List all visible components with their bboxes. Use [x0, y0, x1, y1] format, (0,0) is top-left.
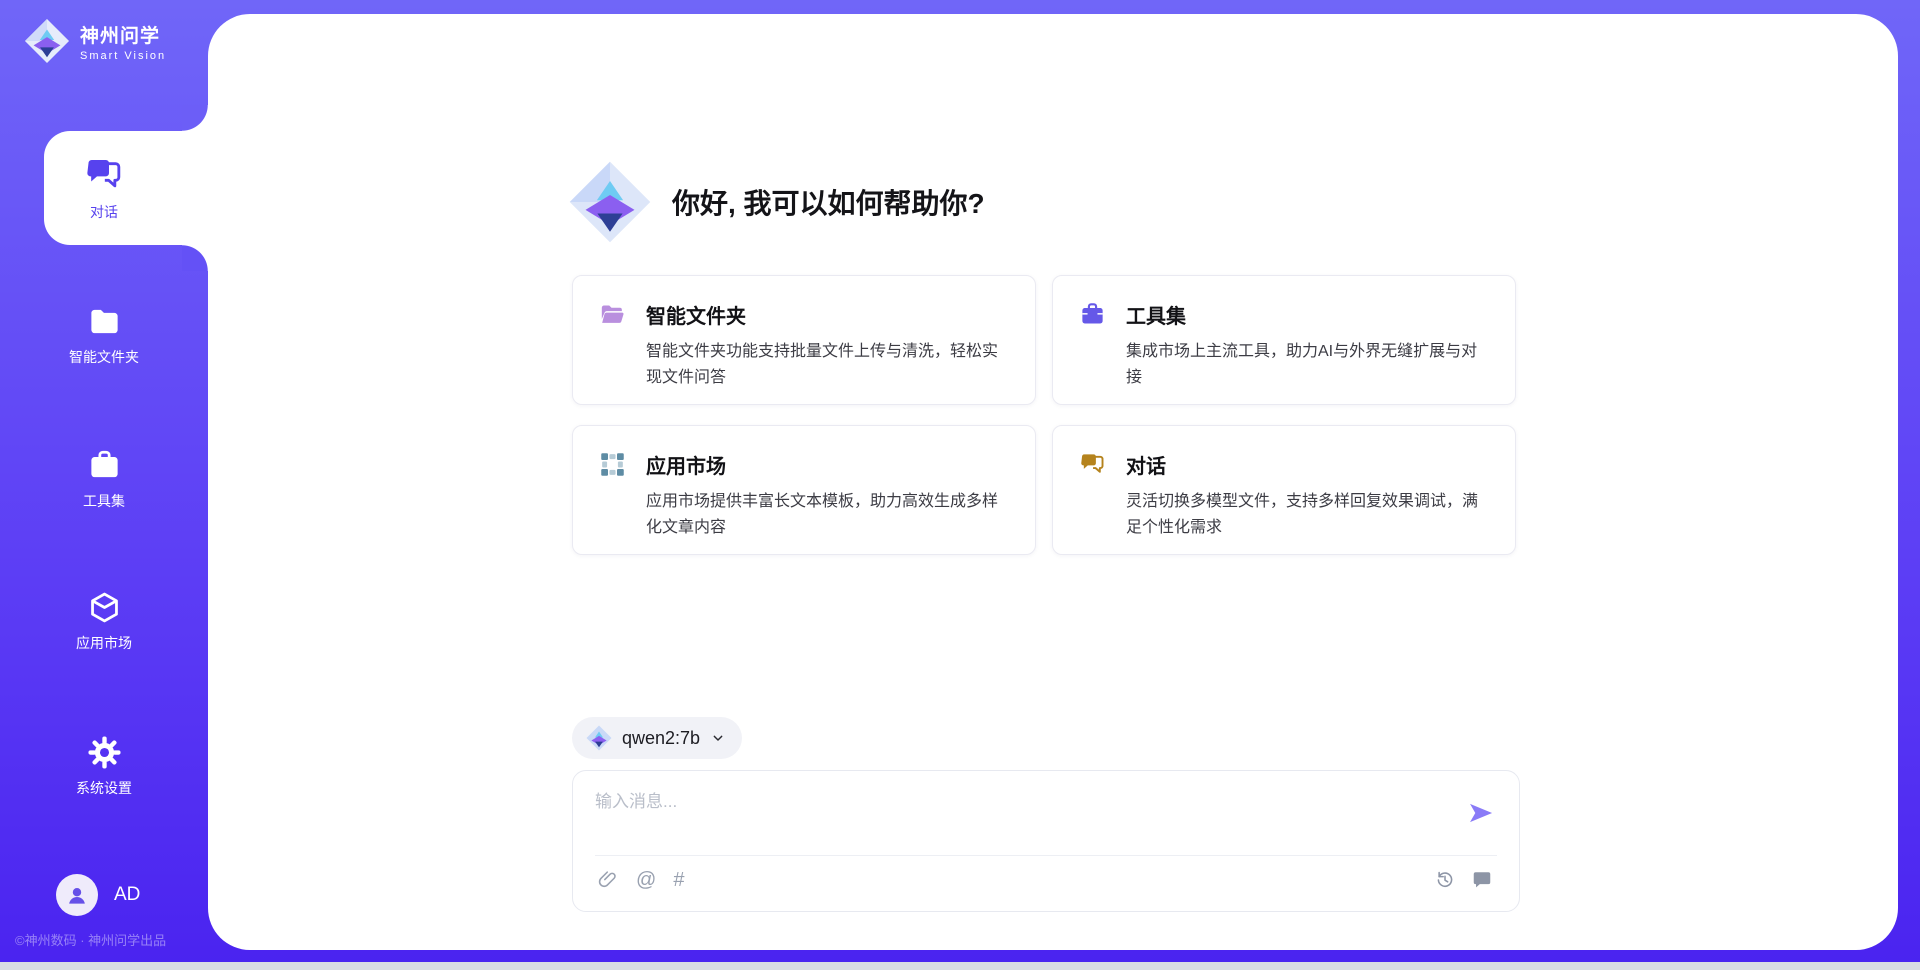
gear-icon	[87, 735, 122, 770]
window-bottom-edge	[0, 962, 1920, 970]
grid-icon	[599, 451, 626, 478]
card-title: 智能文件夹	[646, 300, 746, 329]
feature-cards: 智能文件夹 智能文件夹功能支持批量文件上传与清洗，轻松实现文件问答 工具集 集成…	[572, 275, 1516, 555]
card-description: 集成市场上主流工具，助力AI与外界无缝扩展与对接	[1126, 339, 1487, 390]
toolbox-icon	[1079, 301, 1106, 328]
app-window: 神州问学 Smart Vision 对话 智能文件夹 工具集	[0, 0, 1920, 970]
card-description: 应用市场提供丰富长文本模板，助力高效生成多样化文章内容	[646, 489, 1007, 540]
card-description: 灵活切换多模型文件，支持多样回复效果调试，满足个性化需求	[1126, 489, 1487, 540]
card-title: 工具集	[1126, 300, 1186, 329]
sidebar-item-toolset[interactable]: 工具集	[0, 448, 208, 511]
avatar	[56, 874, 98, 916]
logo-title: 神州问学	[80, 21, 166, 48]
toolbox-icon	[87, 448, 122, 483]
card-smart-folder[interactable]: 智能文件夹 智能文件夹功能支持批量文件上传与清洗，轻松实现文件问答	[572, 275, 1036, 405]
sidebar-item-app-market[interactable]: 应用市场	[0, 590, 208, 653]
app-logo: 神州问学 Smart Vision	[24, 18, 166, 64]
history-icon[interactable]	[1434, 869, 1456, 891]
sidebar-item-label: 系统设置	[76, 778, 132, 798]
folder-open-icon	[599, 301, 626, 328]
greeting: 你好, 我可以如何帮助你?	[568, 160, 985, 244]
model-name: qwen2:7b	[622, 728, 700, 749]
sidebar-item-label: 智能文件夹	[69, 347, 139, 367]
user-profile[interactable]: AD	[56, 874, 140, 916]
user-label: AD	[114, 884, 140, 906]
send-icon	[1467, 799, 1495, 827]
composer-tools-right	[1434, 869, 1493, 891]
main-panel: 你好, 我可以如何帮助你? 智能文件夹 智能文件夹功能支持批量文件上传与清洗，轻…	[208, 14, 1898, 950]
send-button[interactable]	[1467, 799, 1495, 827]
card-app-market[interactable]: 应用市场 应用市场提供丰富长文本模板，助力高效生成多样化文章内容	[572, 425, 1036, 555]
logo-text: 神州问学 Smart Vision	[80, 21, 166, 62]
composer-divider	[595, 855, 1497, 856]
diamond-logo-icon	[586, 725, 612, 751]
diamond-logo-icon	[24, 18, 70, 64]
sidebar-item-chat[interactable]: 对话	[44, 131, 208, 245]
card-title: 应用市场	[646, 450, 726, 479]
sidebar-item-label: 工具集	[83, 491, 125, 511]
sidebar-item-label: 应用市场	[76, 633, 132, 653]
person-icon	[65, 883, 89, 907]
paperclip-icon[interactable]	[597, 869, 619, 891]
card-chat[interactable]: 对话 灵活切换多模型文件，支持多样回复效果调试，满足个性化需求	[1052, 425, 1516, 555]
card-toolset[interactable]: 工具集 集成市场上主流工具，助力AI与外界无缝扩展与对接	[1052, 275, 1516, 405]
comment-icon[interactable]	[1471, 869, 1493, 891]
diamond-logo-icon	[568, 160, 652, 244]
message-input[interactable]	[595, 787, 1435, 845]
chat-bubbles-icon	[1079, 451, 1106, 478]
card-description: 智能文件夹功能支持批量文件上传与清洗，轻松实现文件问答	[646, 339, 1007, 390]
logo-subtitle: Smart Vision	[80, 50, 166, 62]
sidebar-item-settings[interactable]: 系统设置	[0, 735, 208, 798]
copyright-footer: ©神州数码 · 神州问学出品	[15, 930, 166, 949]
composer-tools-left: @ #	[597, 869, 684, 891]
sidebar: 神州问学 Smart Vision 对话 智能文件夹 工具集	[0, 0, 208, 970]
message-composer: @ #	[572, 770, 1520, 912]
model-selector[interactable]: qwen2:7b	[572, 717, 742, 759]
cube-icon	[87, 590, 122, 625]
card-title: 对话	[1126, 450, 1166, 479]
sidebar-item-label: 对话	[90, 202, 118, 222]
sidebar-item-smart-folder[interactable]: 智能文件夹	[0, 304, 208, 367]
hashtag-icon[interactable]: #	[673, 869, 684, 891]
folder-icon	[87, 304, 122, 339]
chevron-down-icon	[710, 730, 726, 746]
mention-icon[interactable]: @	[636, 869, 656, 891]
chat-bubbles-icon	[84, 155, 124, 195]
greeting-text: 你好, 我可以如何帮助你?	[672, 182, 985, 222]
